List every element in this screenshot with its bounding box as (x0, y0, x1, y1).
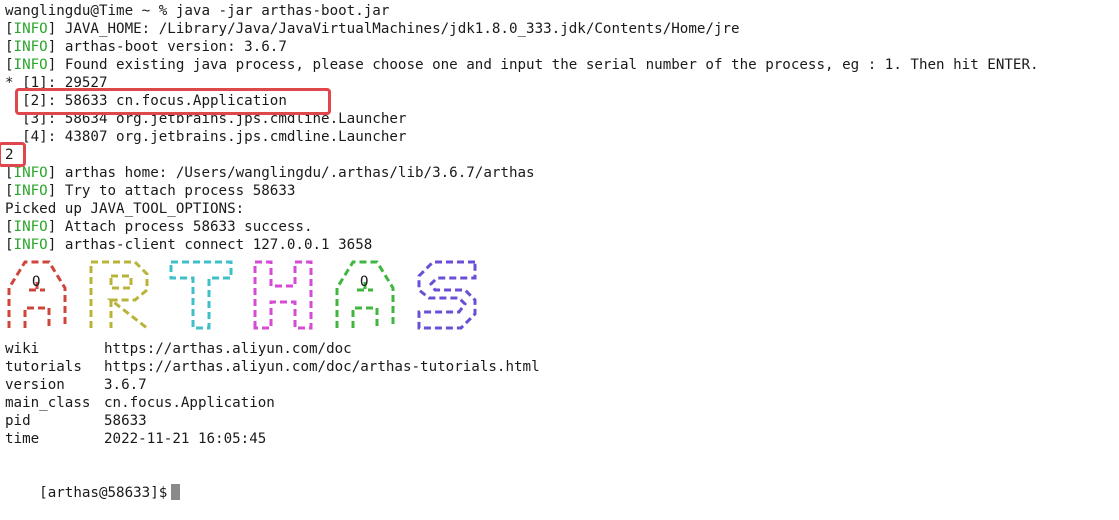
process-option: [3]: 58634 org.jetbrains.jps.cmdline.Lau… (5, 111, 407, 127)
log-text: JAVA_HOME: /Library/Java/JavaVirtualMach… (64, 21, 740, 37)
attach-log-text: arthas home: /Users/wanglingdu/.arthas/l… (64, 165, 535, 181)
info-row: wiki https://arthas.aliyun.com/doc (5, 340, 1119, 358)
arthas-prompt-line[interactable]: [arthas@58633]$ (5, 466, 1119, 501)
info-tag: INFO (13, 21, 48, 37)
info-row: main_class cn.focus.Application (5, 394, 1119, 412)
log-tag-bracket: ] (47, 183, 65, 199)
process-option: [2]: 58633 cn.focus.Application (5, 93, 287, 109)
info-row: tutorials https://arthas.aliyun.com/doc/a… (5, 358, 1119, 376)
attach-log-line: [INFO] arthas home: /Users/wanglingdu/.a… (5, 164, 1119, 182)
info-key: main_class (5, 395, 91, 411)
info-tag: INFO (13, 57, 48, 73)
info-key: pid (5, 413, 31, 429)
info-value: https://arthas.aliyun.com/doc (104, 341, 352, 357)
log-tag-bracket: [ (5, 165, 14, 181)
log-tag-bracket: [ (5, 57, 14, 73)
info-value: cn.focus.Application (104, 395, 275, 411)
log-text: arthas-boot version: 3.6.7 (64, 39, 287, 55)
text-cursor (171, 484, 181, 500)
info-value: 58633 (104, 413, 147, 429)
arthas-prompt: [arthas@58633]$ (39, 485, 168, 501)
svg-text:O: O (360, 274, 368, 290)
log-tag-bracket: ] (47, 21, 65, 37)
log-tag-bracket: [ (5, 21, 14, 37)
process-option: [4]: 43807 org.jetbrains.jps.cmdline.Lau… (5, 129, 407, 145)
terminal-output[interactable]: wanglingdu@Time ~ % java -jar arthas-boo… (5, 2, 1119, 511)
attach-log-line: Picked up JAVA_TOOL_OPTIONS: (5, 200, 1119, 218)
log-line: [INFO] arthas-boot version: 3.6.7 (5, 38, 1119, 56)
log-text: Found existing java process, please choo… (64, 57, 1039, 73)
command-line: wanglingdu@Time ~ % java -jar arthas-boo… (5, 3, 390, 19)
attach-log-text: Try to attach process 58633 (64, 183, 296, 199)
log-tag-bracket: ] (47, 57, 65, 73)
info-key: wiki (5, 341, 40, 357)
info-key: version (5, 377, 65, 393)
attach-log-line: [INFO] arthas-client connect 127.0.0.1 3… (5, 236, 1119, 254)
info-row: pid 58633 (5, 412, 1119, 430)
log-tag-bracket: [ (5, 39, 14, 55)
log-tag-bracket: [ (5, 237, 14, 253)
attach-log-text: Picked up JAVA_TOOL_OPTIONS: (5, 201, 245, 217)
log-tag-bracket: [ (5, 219, 14, 235)
arthas-ascii-logo: OO (5, 256, 1119, 332)
log-line: [INFO] Found existing java process, plea… (5, 56, 1119, 74)
info-value: https://arthas.aliyun.com/doc/arthas-tut… (104, 359, 540, 375)
info-row: time 2022-11-21 16:05:45 (5, 430, 1119, 448)
attach-log-line: [INFO] Try to attach process 58633 (5, 182, 1119, 200)
user-input-line: 2 (5, 147, 14, 163)
attach-log-text: Attach process 58633 success. (64, 219, 313, 235)
log-tag-bracket: ] (47, 165, 65, 181)
info-value: 2022-11-21 16:05:45 (104, 431, 267, 447)
logo-letter-s (417, 260, 477, 330)
process-option: * [1]: 29527 (5, 75, 108, 91)
info-row: version 3.6.7 (5, 376, 1119, 394)
log-tag-bracket: [ (5, 183, 14, 199)
info-tag: INFO (13, 237, 48, 253)
logo-letter-r (89, 260, 149, 330)
log-line: [INFO] JAVA_HOME: /Library/Java/JavaVirt… (5, 20, 1119, 38)
info-key: tutorials (5, 359, 82, 375)
svg-text:O: O (32, 274, 40, 290)
attach-log-line: [INFO] Attach process 58633 success. (5, 218, 1119, 236)
info-tag: INFO (13, 165, 48, 181)
info-tag: INFO (13, 39, 48, 55)
log-tag-bracket: ] (47, 39, 65, 55)
info-tag: INFO (13, 219, 48, 235)
info-value: 3.6.7 (104, 377, 147, 393)
attach-log-text: arthas-client connect 127.0.0.1 3658 (64, 237, 373, 253)
logo-letter-h (253, 260, 313, 330)
log-tag-bracket: ] (47, 219, 65, 235)
logo-letter-a: O (335, 260, 395, 328)
info-tag: INFO (13, 183, 48, 199)
logo-letter-t (169, 260, 233, 330)
info-key: time (5, 431, 40, 447)
logo-letter-a: O (7, 260, 67, 328)
log-tag-bracket: ] (47, 237, 65, 253)
